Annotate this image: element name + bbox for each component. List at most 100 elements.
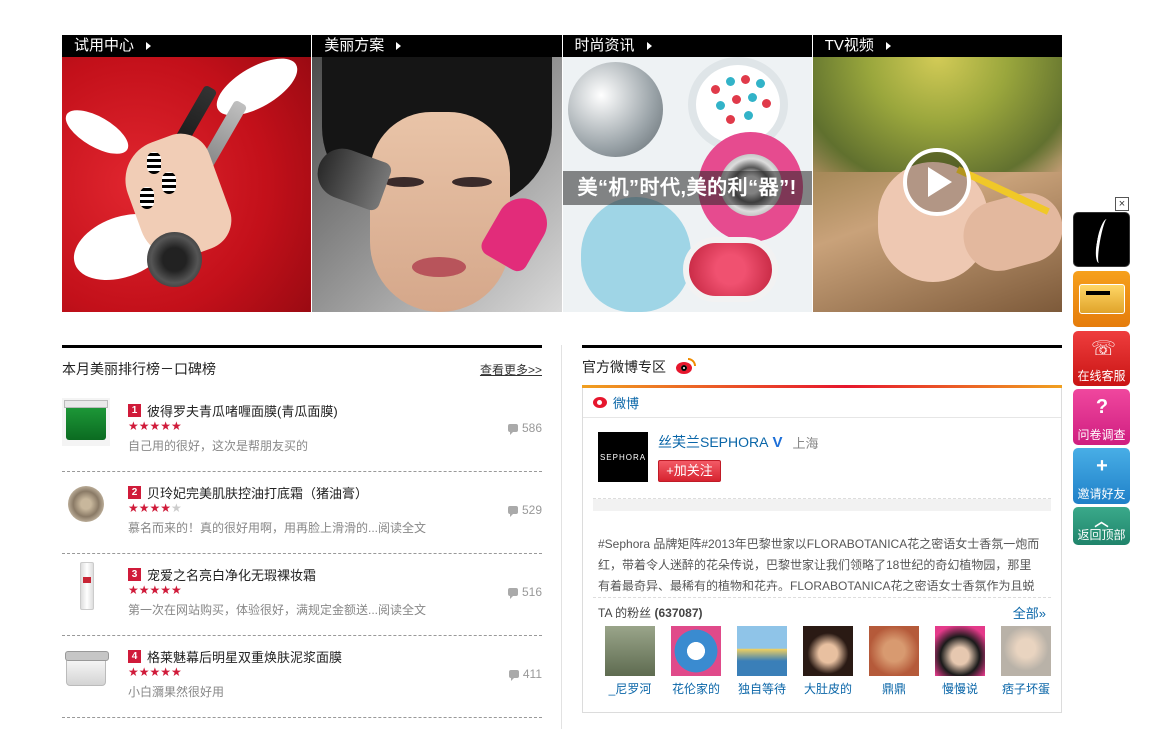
fan-name[interactable]: 鼎鼎 bbox=[861, 680, 927, 697]
avatar[interactable]: SEPHORA bbox=[598, 432, 648, 482]
fan-name[interactable]: 大肚皮的 bbox=[795, 680, 861, 697]
member-card-icon bbox=[1079, 284, 1125, 314]
verified-icon: V bbox=[772, 433, 783, 451]
fan-name[interactable]: 慢慢说 bbox=[927, 680, 993, 697]
tile-image-video[interactable] bbox=[812, 57, 1062, 312]
star-rating: ★★★★★ bbox=[128, 665, 182, 679]
product-name[interactable]: 宠爱之名亮白净化无瑕裸妆霜 bbox=[147, 565, 316, 584]
arrow-right-icon bbox=[885, 42, 891, 50]
star-rating: ★★★★★ bbox=[128, 419, 182, 433]
play-icon[interactable] bbox=[902, 148, 971, 216]
ranking-item[interactable]: 1 彼得罗夫青瓜啫喱面膜(青瓜面膜) ★★★★★ 自己用的很好，这次是帮朋友买的… bbox=[62, 390, 542, 472]
tile-image-devices[interactable]: 美“机”时代,美的利“器”! bbox=[562, 57, 812, 312]
fan-avatar[interactable] bbox=[605, 626, 655, 676]
tile-header[interactable]: 时尚资讯 bbox=[562, 35, 812, 57]
weibo-widget-header[interactable]: 微博 bbox=[583, 388, 1061, 418]
tile-beauty-plan[interactable]: 美丽方案 bbox=[312, 35, 562, 312]
review-excerpt[interactable]: 第一次在网站购买，体验很好，满规定金额送...阅读全文 bbox=[128, 601, 426, 618]
product-thumbnail[interactable] bbox=[62, 480, 110, 528]
tile-tv-video[interactable]: TV视频 bbox=[812, 35, 1062, 312]
tile-label: 美丽方案 bbox=[324, 37, 385, 54]
fan-avatar[interactable] bbox=[737, 626, 787, 676]
view-more-link[interactable]: 查看更多>> bbox=[480, 361, 542, 378]
comment-count-value: 586 bbox=[521, 421, 542, 435]
product-thumbnail[interactable] bbox=[62, 562, 110, 610]
ranking-header: 本月美丽排行榜－口碑榜 查看更多>> bbox=[62, 348, 542, 390]
product-thumbnail[interactable] bbox=[62, 644, 110, 692]
fan-avatar[interactable] bbox=[803, 626, 853, 676]
eye bbox=[452, 177, 493, 187]
stars-empty: ★ bbox=[171, 501, 182, 515]
fan-name[interactable]: 独自等待 bbox=[729, 680, 795, 697]
jar bbox=[66, 404, 106, 440]
arrow-right-icon bbox=[146, 42, 152, 50]
tile-header[interactable]: TV视频 bbox=[812, 35, 1062, 57]
tile-label: TV视频 bbox=[824, 37, 874, 54]
arrow-right-icon bbox=[396, 42, 402, 50]
comment-count-value: 529 bbox=[521, 503, 542, 517]
weibo-feed[interactable]: #Sephora 品牌矩阵#2013年巴黎世家以FLORABOTANICA花之密… bbox=[593, 498, 1051, 598]
tile-image-nails[interactable] bbox=[62, 47, 312, 312]
comment-count-value: 516 bbox=[521, 585, 542, 599]
member-card-button[interactable] bbox=[1073, 271, 1130, 327]
rank-badge: 1 bbox=[128, 404, 141, 417]
nail bbox=[140, 187, 154, 209]
star-rating: ★★★★★ bbox=[128, 501, 182, 515]
close-icon[interactable]: × bbox=[1115, 197, 1129, 211]
silicone-device bbox=[580, 197, 691, 312]
fan-item[interactable]: 慢慢说 bbox=[927, 626, 993, 697]
product-thumbnail[interactable] bbox=[62, 398, 110, 446]
product-name[interactable]: 贝玲妃完美肌肤控油打底霜（猪油膏） bbox=[147, 483, 368, 502]
ranking-title: 本月美丽排行榜－口碑榜 bbox=[62, 361, 216, 377]
product-name[interactable]: 彼得罗夫青瓜啫喱面膜(青瓜面膜) bbox=[147, 401, 338, 420]
review-excerpt[interactable]: 慕名而来的！真的很好用啊，用再脸上滑滑的...阅读全文 bbox=[128, 519, 426, 536]
all-fans-link[interactable]: 全部» bbox=[1013, 603, 1046, 622]
fan-item[interactable]: 鼎鼎 bbox=[861, 626, 927, 697]
massage-device bbox=[682, 237, 778, 302]
tile-label: 试用中心 bbox=[74, 37, 135, 54]
product-name[interactable]: 格莱魅幕后明星双重焕肤泥浆面膜 bbox=[147, 647, 342, 666]
online-service-button[interactable]: ☏ 在线客服 bbox=[1073, 331, 1130, 386]
ranking-item[interactable]: 3 宠爱之名亮白净化无瑕裸妆霜 ★★★★★ 第一次在网站购买，体验很好，满规定金… bbox=[62, 554, 542, 636]
invite-friend-button[interactable]: + 邀请好友 bbox=[1073, 448, 1130, 504]
back-to-top-button[interactable]: ︿ 返回顶部 bbox=[1073, 507, 1130, 545]
dot bbox=[747, 93, 757, 102]
fan-item[interactable]: 花伦家的 bbox=[663, 626, 729, 697]
lid bbox=[64, 400, 108, 408]
stars-filled: ★★★★ bbox=[128, 501, 172, 515]
fan-item[interactable]: 痞子坏蛋 bbox=[993, 626, 1059, 697]
tile-image-model[interactable] bbox=[312, 57, 562, 312]
follow-button[interactable]: +加关注 bbox=[658, 460, 721, 482]
feed-scroll-bottom bbox=[593, 589, 1051, 597]
fan-item[interactable]: 大肚皮的 bbox=[795, 626, 861, 697]
tile-label: 时尚资讯 bbox=[574, 37, 635, 54]
survey-button[interactable]: ? 问卷调查 bbox=[1073, 389, 1130, 445]
dot bbox=[755, 79, 765, 88]
sephora-logo-button[interactable] bbox=[1073, 212, 1130, 267]
tile-trial-center[interactable]: 试用中心 bbox=[62, 35, 312, 312]
tile-fashion-news[interactable]: 时尚资讯 美“机”时代,美的利“器”! bbox=[562, 35, 812, 312]
profile-name-link[interactable]: 丝芙兰SEPHORA bbox=[658, 432, 768, 452]
tile-header[interactable]: 美丽方案 bbox=[312, 35, 562, 57]
fan-item[interactable]: _尼罗河 bbox=[597, 626, 663, 697]
fan-avatar[interactable] bbox=[935, 626, 985, 676]
tile-header[interactable]: 试用中心 bbox=[62, 35, 312, 57]
comment-icon bbox=[507, 424, 518, 435]
ranking-item[interactable]: 2 贝玲妃完美肌肤控油打底霜（猪油膏） ★★★★★ 慕名而来的！真的很好用啊，用… bbox=[62, 472, 542, 554]
weibo-icon bbox=[593, 397, 607, 408]
ranking-item[interactable]: 4 格莱魅幕后明星双重焕肤泥浆面膜 ★★★★★ 小白瀰果然很好用 411 bbox=[62, 636, 542, 718]
fan-name[interactable]: _尼罗河 bbox=[597, 680, 663, 697]
fan-name[interactable]: 痞子坏蛋 bbox=[993, 680, 1059, 697]
profile-location: 上海 bbox=[792, 435, 819, 451]
rank-badge: 4 bbox=[128, 650, 141, 663]
fan-item[interactable]: 独自等待 bbox=[729, 626, 795, 697]
feed-scroll-top bbox=[593, 499, 1051, 511]
lips bbox=[412, 257, 467, 277]
weibo-profile: SEPHORA 丝芙兰SEPHORA V 上海 +加关注 bbox=[583, 418, 1061, 498]
dot bbox=[740, 75, 750, 84]
comment-count: 516 bbox=[507, 585, 542, 599]
fan-avatar[interactable] bbox=[869, 626, 919, 676]
fan-avatar[interactable] bbox=[671, 626, 721, 676]
fan-avatar[interactable] bbox=[1001, 626, 1051, 676]
fan-name[interactable]: 花伦家的 bbox=[663, 680, 729, 697]
